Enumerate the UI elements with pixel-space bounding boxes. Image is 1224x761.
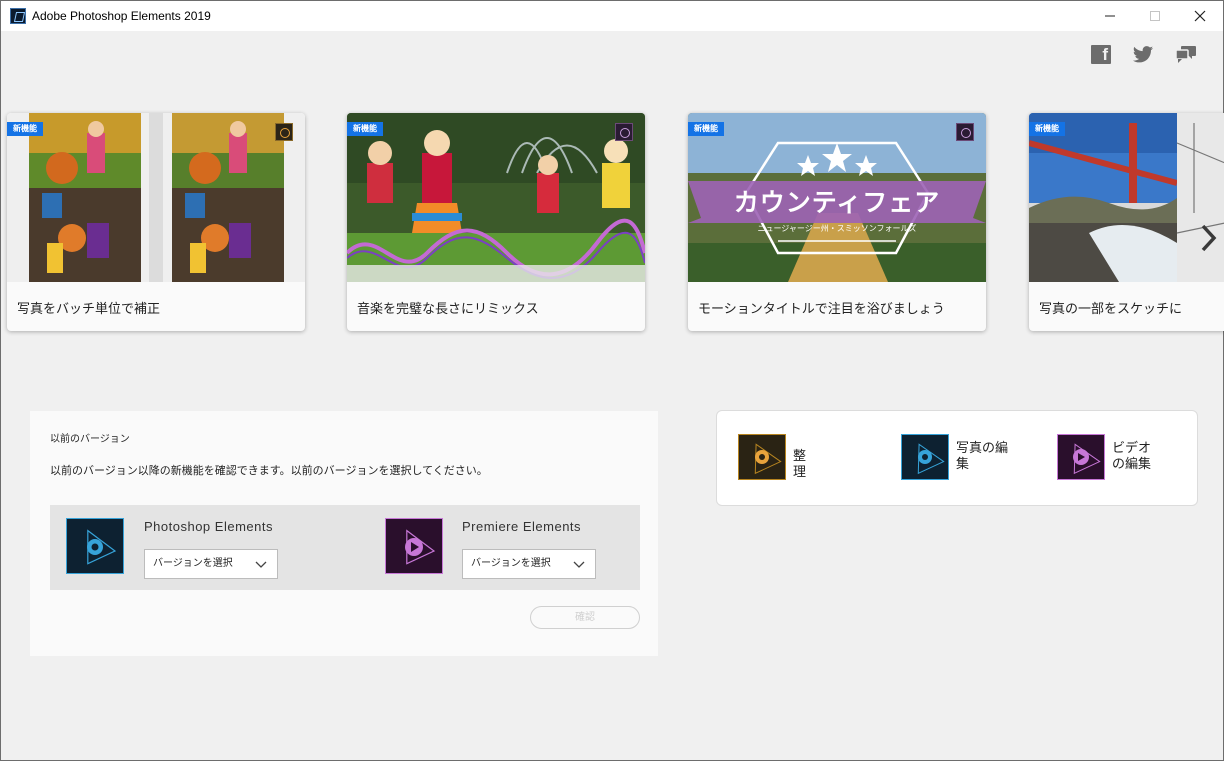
maximize-icon	[1150, 11, 1160, 21]
new-feature-badge: 新機能	[347, 122, 383, 136]
premiere-version-select-value: バージョンを選択	[471, 558, 551, 569]
app-window: Adobe Photoshop Elements 2019 f 新機能 写真をバ…	[0, 0, 1224, 761]
card-caption: 音楽を完璧な長さにリミックス	[357, 302, 539, 317]
minimize-icon	[1105, 15, 1115, 17]
video-editor-label: ビデオの編集	[1112, 441, 1152, 472]
card-image	[347, 113, 645, 282]
feature-card[interactable]: 新機能 写真をバッチ単位で補正	[7, 113, 305, 331]
previous-version-description: 以前のバージョン以降の新機能を確認できます。以前のバージョンを選択してください。	[50, 464, 488, 477]
chevron-down-icon	[573, 551, 585, 590]
new-feature-badge: 新機能	[688, 122, 724, 136]
organizer-icon	[275, 123, 293, 141]
organizer-label: 整理	[793, 449, 807, 480]
organizer-icon	[738, 434, 786, 480]
title-bar: Adobe Photoshop Elements 2019	[1, 1, 1223, 31]
carousel-next-button[interactable]	[1200, 223, 1218, 259]
card-image	[7, 113, 305, 282]
close-button[interactable]	[1177, 1, 1223, 31]
maximize-button[interactable]	[1132, 1, 1178, 31]
app-icon	[10, 8, 26, 24]
photo-editor-label: 写真の編集	[956, 441, 1009, 472]
minimize-button[interactable]	[1087, 1, 1133, 31]
card-caption: 写真をバッチ単位で補正	[17, 302, 161, 317]
card-image-title: カウンティフェア	[733, 188, 941, 217]
feature-card[interactable]: 新機能 写真の一部をスケッチに	[1029, 113, 1224, 331]
new-feature-badge: 新機能	[7, 122, 43, 136]
facebook-icon[interactable]: f	[1091, 45, 1111, 64]
feature-card[interactable]: 新機能 音楽を完璧な長さにリミックス	[347, 113, 645, 331]
window-title: Adobe Photoshop Elements 2019	[32, 9, 211, 23]
version-select-box: Photoshop Elements バージョンを選択 Premiere Ele…	[50, 505, 640, 590]
close-icon	[1194, 10, 1206, 22]
card-caption: モーションタイトルで注目を浴びましょう	[698, 302, 945, 317]
card-image	[1029, 113, 1224, 282]
photoshop-version-select-value: バージョンを選択	[153, 558, 233, 569]
card-image: カウンティフェア ニュージャージー州・スミッソンフォールズ	[688, 113, 986, 282]
card-caption: 写真の一部をスケッチに	[1039, 302, 1183, 317]
premiere-elements-icon	[1057, 434, 1105, 480]
launcher-panel: 整理 写真の編集 ビデオの編集	[716, 410, 1198, 506]
feedback-icon[interactable]	[1175, 45, 1197, 65]
premiere-elements-name: Premiere Elements	[462, 519, 582, 534]
premiere-icon	[615, 123, 633, 141]
twitter-icon[interactable]	[1132, 45, 1154, 65]
feature-card[interactable]: カウンティフェア ニュージャージー州・スミッソンフォールズ 新機能 モーションタ…	[688, 113, 986, 331]
photoshop-elements-name: Photoshop Elements	[144, 519, 273, 534]
new-feature-badge: 新機能	[1029, 122, 1065, 136]
confirm-button[interactable]: 確認	[530, 606, 640, 629]
photoshop-version-select[interactable]: バージョンを選択	[144, 549, 278, 579]
chevron-down-icon	[255, 551, 267, 590]
premiere-version-select[interactable]: バージョンを選択	[462, 549, 596, 579]
card-image-subtitle: ニュージャージー州・スミッソンフォールズ	[757, 224, 917, 233]
previous-version-panel: 以前のバージョン 以前のバージョン以降の新機能を確認できます。以前のバージョンを…	[30, 411, 658, 656]
previous-version-title: 以前のバージョン	[50, 434, 130, 445]
premiere-elements-logo	[385, 518, 443, 574]
chevron-right-icon	[1201, 224, 1217, 252]
premiere-icon	[956, 123, 974, 141]
photoshop-elements-icon	[901, 434, 949, 480]
photoshop-elements-logo	[66, 518, 124, 574]
